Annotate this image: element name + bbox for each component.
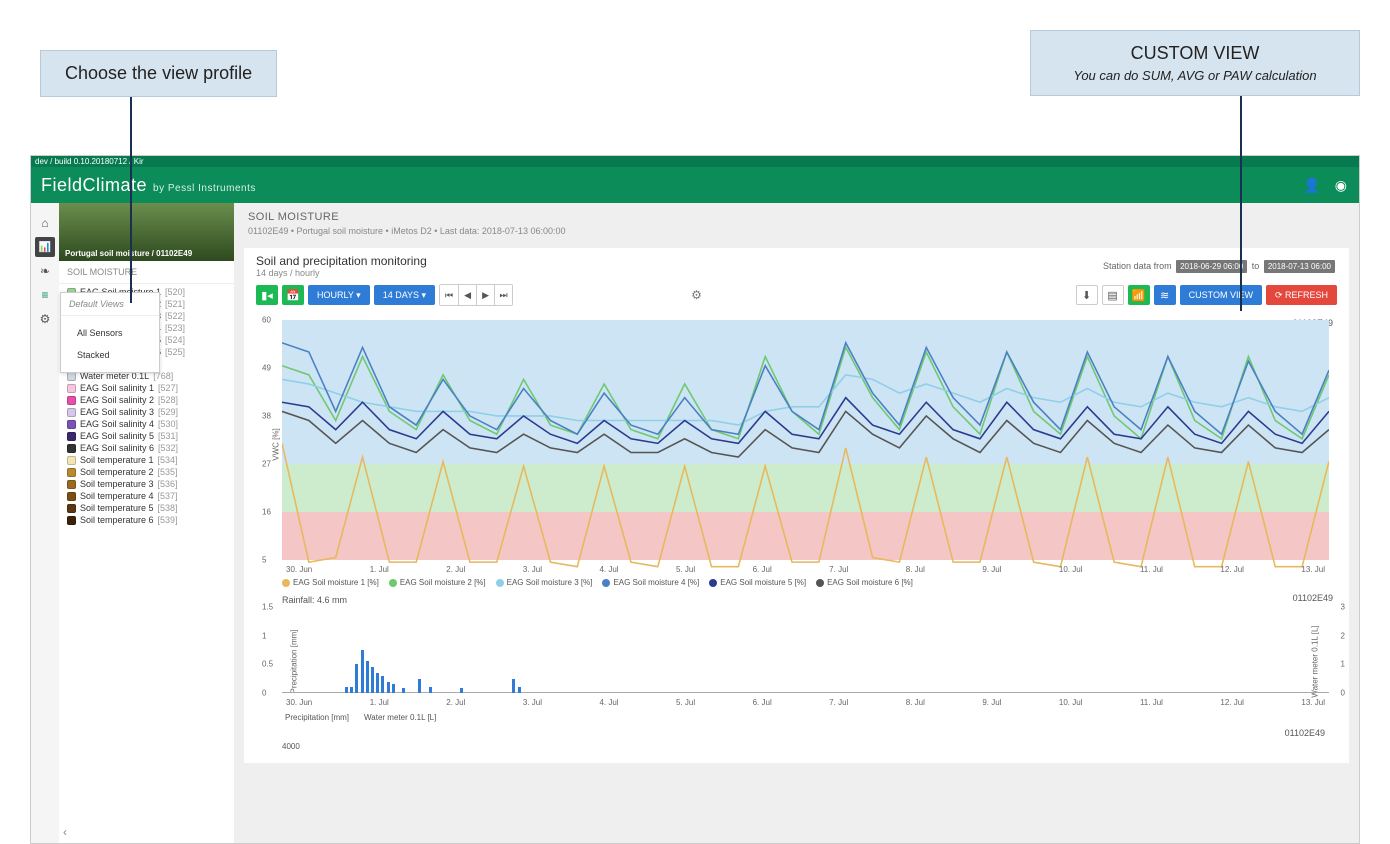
callout-connector-right: [1240, 89, 1242, 311]
date-from-chip[interactable]: 2018-06-29 06:00: [1176, 260, 1247, 273]
sensor-row[interactable]: EAG Soil salinity 2 [528]: [67, 394, 226, 406]
breadcrumb: SOIL MOISTURE 01102E49 • Portugal soil m…: [234, 203, 1359, 242]
topbar: FieldClimate by Pessl Instruments 👤 ◉: [31, 167, 1359, 203]
leaf-icon[interactable]: ❧: [35, 261, 55, 281]
sensor-swatch: [67, 504, 76, 513]
sensor-swatch: [67, 516, 76, 525]
sensor-row[interactable]: Soil temperature 6 [539]: [67, 514, 226, 526]
date-range: Station data from 2018-06-29 06:00 to 20…: [1103, 260, 1337, 273]
soil-icon[interactable]: ≡: [35, 285, 55, 305]
sensor-row[interactable]: EAG Soil salinity 5 [531]: [67, 430, 226, 442]
collapse-sidebar-icon[interactable]: ‹: [63, 825, 67, 839]
sensor-swatch: [67, 408, 76, 417]
sensor-row[interactable]: EAG Soil salinity 6 [532]: [67, 442, 226, 454]
chart-mode-line[interactable]: ≋: [1154, 285, 1176, 305]
soil-legend: EAG Soil moisture 1 [%]EAG Soil moisture…: [282, 578, 1337, 587]
sensor-row[interactable]: Soil temperature 3 [536]: [67, 478, 226, 490]
soil-chart[interactable]: VWC [%] 5162738496030. Jun1. Jul2. Jul3.…: [282, 320, 1329, 560]
callout-profile: Choose the view profile: [40, 50, 277, 97]
pager: ⏮ ◀ ▶ ⏭: [439, 284, 513, 306]
sidebar-section-title: SOIL MOISTURE: [59, 261, 234, 284]
rain-baseline: [282, 692, 1329, 693]
sensor-row[interactable]: Soil temperature 2 [535]: [67, 466, 226, 478]
custom-view-button[interactable]: CUSTOM VIEW: [1180, 285, 1262, 305]
sensor-swatch: [67, 396, 76, 405]
pager-prev[interactable]: ◀: [458, 285, 476, 305]
calendar-button[interactable]: 📅: [282, 285, 304, 305]
page-subtitle: 01102E49 • Portugal soil moisture • iMet…: [248, 226, 1345, 236]
app-window: dev / build 0.10.20180712 / Kir FieldCli…: [30, 155, 1360, 844]
sensor-swatch: [67, 444, 76, 453]
sensor-swatch: [67, 492, 76, 501]
page-title: SOIL MOISTURE: [248, 211, 1345, 223]
sensor-row[interactable]: EAG Soil salinity 4 [530]: [67, 418, 226, 430]
panel-subtitle: 14 days / hourly: [256, 268, 427, 278]
pager-last[interactable]: ⏭: [494, 285, 512, 305]
y-axis-label: VWC [%]: [272, 428, 281, 460]
sensor-row[interactable]: EAG Soil salinity 1 [527]: [67, 382, 226, 394]
panel: Soil and precipitation monitoring 14 day…: [244, 248, 1349, 763]
grid-button[interactable]: ▤: [1102, 285, 1124, 305]
sensor-swatch: [67, 456, 76, 465]
profile-option[interactable]: Stacked: [69, 344, 151, 366]
range-dropdown[interactable]: 14 DAYS ▾: [374, 285, 435, 305]
sensor-row[interactable]: Soil temperature 1 [534]: [67, 454, 226, 466]
user-icon[interactable]: 👤: [1303, 177, 1320, 194]
sensor-swatch: [67, 480, 76, 489]
station-hero[interactable]: Portugal soil moisture / 01102E49: [59, 203, 234, 261]
rain-y-left: Precipitation [mm]: [290, 629, 299, 693]
gear-icon[interactable]: ⚙: [691, 288, 702, 302]
sensor-row[interactable]: EAG Soil salinity 3 [529]: [67, 406, 226, 418]
chart-mode-bar[interactable]: 📶: [1128, 285, 1150, 305]
left-rail: ⌂ 📊 ❧ ≡ ⚙: [31, 203, 59, 843]
callout-connector-left: [130, 89, 132, 303]
home-icon[interactable]: ⌂: [35, 213, 55, 233]
chart-station-id-2: 01102E49: [1293, 593, 1333, 603]
rainfall-info: Rainfall: 4.6 mm: [282, 595, 1337, 605]
rain-chart[interactable]: Precipitation [mm] Water meter 0.1L [L] …: [282, 607, 1329, 707]
chart3-stub: 01102E49 4000: [282, 728, 1329, 751]
chart-icon[interactable]: 📊: [35, 237, 55, 257]
sensor-swatch: [67, 420, 76, 429]
pager-first[interactable]: ⏮: [440, 285, 458, 305]
build-info: dev / build 0.10.20180712 / Kir: [31, 156, 1359, 167]
callout-custom-view: CUSTOM VIEW You can do SUM, AVG or PAW c…: [1030, 30, 1360, 96]
main: SOIL MOISTURE 01102E49 • Portugal soil m…: [234, 203, 1359, 843]
sensor-row[interactable]: Soil temperature 4 [537]: [67, 490, 226, 502]
rain-legend: Precipitation [mm]Water meter 0.1L [L]: [282, 713, 1337, 722]
sensor-row[interactable]: Soil temperature 5 [538]: [67, 502, 226, 514]
profile-option[interactable]: All Sensors: [69, 322, 151, 344]
rain-chart-wrapper: 01102E49 Rainfall: 4.6 mm Precipitation …: [256, 595, 1337, 722]
rain-y-right: Water meter 0.1L [L]: [1310, 625, 1319, 697]
toolbar: ▮◂ 📅 HOURLY ▾ 14 DAYS ▾ ⏮ ◀ ▶ ⏭ ⚙: [256, 284, 1337, 306]
settings-icon[interactable]: ⚙: [35, 309, 55, 329]
refresh-button[interactable]: ⟳ REFRESH: [1266, 285, 1337, 305]
first-button[interactable]: ▮◂: [256, 285, 278, 305]
broadcast-icon[interactable]: ◉: [1335, 177, 1347, 194]
pager-next[interactable]: ▶: [476, 285, 494, 305]
sensor-swatch: [67, 432, 76, 441]
sensor-swatch: [67, 468, 76, 477]
profile-menu-header: Default Views: [61, 293, 159, 316]
brand: FieldClimate by Pessl Instruments: [41, 175, 256, 196]
panel-title: Soil and precipitation monitoring: [256, 254, 427, 268]
station-caption: Portugal soil moisture / 01102E49: [65, 249, 192, 258]
hourly-dropdown[interactable]: HOURLY ▾: [308, 285, 370, 305]
sensor-swatch: [67, 384, 76, 393]
download-button[interactable]: ⬇: [1076, 285, 1098, 305]
profile-dropdown: Default Views All SensorsStacked: [60, 292, 160, 373]
date-to-chip[interactable]: 2018-07-13 06:00: [1264, 260, 1335, 273]
soil-chart-wrapper: 01102E49 VWC [%] 5162738496030. Jun1. Ju…: [256, 320, 1337, 587]
